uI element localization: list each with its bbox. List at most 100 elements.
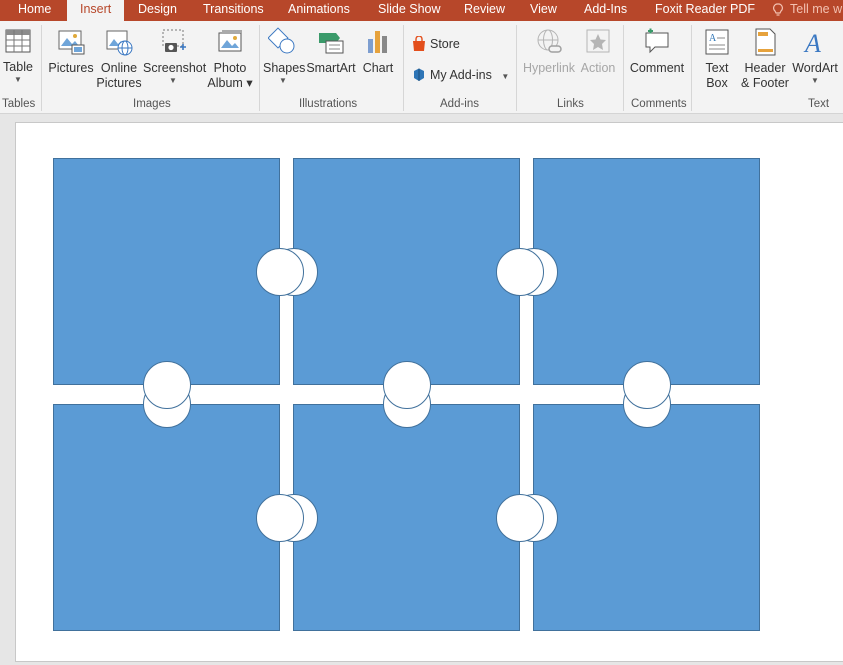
svg-text:A: A [709, 33, 717, 44]
text-box-label-2: Box [698, 76, 736, 91]
smartart-label: SmartArt [306, 61, 356, 76]
puzzle-piece-shape[interactable] [53, 404, 280, 631]
comment-button[interactable]: Comment [627, 27, 687, 76]
slide-canvas[interactable] [15, 122, 843, 662]
slide-editing-area [0, 115, 843, 665]
shapes-button[interactable]: Shapes ▼ [263, 27, 303, 85]
table-icon [4, 27, 32, 55]
header-footer-label-1: Header [738, 61, 792, 76]
online-pictures-label-2: Pictures [96, 76, 142, 91]
pictures-button[interactable]: Pictures [48, 27, 94, 76]
my-add-ins-label-text: My Add-ins [430, 68, 492, 82]
photo-album-icon [215, 27, 245, 57]
text-box-label-1: Text [698, 61, 736, 76]
table-button[interactable]: Table ▼ [0, 27, 36, 84]
group-separator [516, 25, 517, 111]
text-box-button[interactable]: A Text Box [698, 27, 736, 91]
photo-album-button[interactable]: Photo Album ▾ [205, 27, 255, 91]
group-label-add-ins: Add-ins [440, 98, 479, 110]
ribbon-tab-bar: Home Insert Design Transitions Animation… [0, 0, 843, 21]
tab-review[interactable]: Review [464, 0, 505, 21]
action-label: Action [578, 61, 618, 76]
store-icon [411, 36, 427, 52]
ribbon-insert: Table ▼ Tables Pictures Online Pictures [0, 21, 843, 114]
tab-animations[interactable]: Animations [288, 0, 350, 21]
puzzle-connector-circle[interactable] [623, 361, 671, 409]
puzzle-piece-shape[interactable] [53, 158, 280, 385]
tell-me-label: Tell me wh [790, 0, 843, 19]
chevron-down-icon: ▼ [0, 76, 36, 84]
chart-icon [363, 27, 393, 57]
tab-home[interactable]: Home [18, 0, 51, 21]
puzzle-connector-circle[interactable] [143, 361, 191, 409]
tab-view[interactable]: View [530, 0, 557, 21]
group-label-images: Images [133, 98, 171, 110]
comment-icon [642, 27, 672, 57]
group-separator [259, 25, 260, 111]
group-separator [623, 25, 624, 111]
tab-slide-show[interactable]: Slide Show [378, 0, 441, 21]
chart-label: Chart [360, 61, 396, 76]
store-label: Store [430, 37, 460, 51]
group-separator [403, 25, 404, 111]
chart-button[interactable]: Chart [360, 27, 396, 76]
wordart-icon: A [800, 27, 830, 57]
shapes-label: Shapes [263, 61, 303, 76]
group-label-illustrations: Illustrations [299, 98, 357, 110]
svg-text:A: A [803, 29, 821, 57]
chevron-down-icon: ▼ [263, 77, 303, 85]
puzzle-connector-circle[interactable] [496, 248, 544, 296]
tab-foxit-reader-pdf[interactable]: Foxit Reader PDF [655, 0, 755, 21]
puzzle-connector-circle[interactable] [256, 248, 304, 296]
comment-label: Comment [627, 61, 687, 76]
tab-design[interactable]: Design [138, 0, 177, 21]
group-label-comments: Comments [631, 98, 687, 110]
group-separator [691, 25, 692, 111]
chevron-down-icon: ▼ [789, 77, 841, 85]
wordart-button[interactable]: A WordArt ▼ [789, 27, 841, 85]
action-icon [583, 27, 613, 57]
header-footer-icon [750, 27, 780, 57]
pictures-icon [56, 27, 86, 57]
group-label-links: Links [557, 98, 584, 110]
hyperlink-button[interactable]: Hyperlink [520, 27, 578, 76]
group-separator [41, 25, 42, 111]
online-pictures-button[interactable]: Online Pictures [96, 27, 142, 91]
online-pictures-icon [104, 27, 134, 57]
my-add-ins-label: My Add-ins ▼ [430, 68, 509, 82]
lightbulb-icon [772, 3, 784, 17]
screenshot-button[interactable]: Screenshot ▼ [143, 27, 203, 85]
pictures-label: Pictures [48, 61, 94, 76]
text-box-icon: A [702, 27, 732, 57]
puzzle-piece-shape[interactable] [293, 404, 520, 631]
hyperlink-icon [534, 27, 564, 57]
chevron-down-icon: ▼ [143, 77, 203, 85]
smartart-button[interactable]: SmartArt [306, 27, 356, 76]
my-add-ins-icon [411, 67, 427, 83]
hyperlink-label: Hyperlink [520, 61, 578, 76]
wordart-label: WordArt [789, 61, 841, 76]
photo-album-label-2-text: Album [207, 76, 242, 90]
screenshot-label: Screenshot [143, 61, 203, 76]
smartart-icon [316, 27, 346, 57]
group-label-text: Text [808, 98, 829, 110]
online-pictures-label-1: Online [96, 61, 142, 76]
puzzle-piece-shape[interactable] [533, 404, 760, 631]
header-footer-button[interactable]: Header & Footer [738, 27, 792, 91]
table-label: Table [0, 60, 36, 75]
header-footer-label-2: & Footer [738, 76, 792, 91]
screenshot-icon [158, 27, 188, 57]
action-button[interactable]: Action [578, 27, 618, 76]
photo-album-label-2: Album ▾ [205, 76, 255, 91]
puzzle-piece-shape[interactable] [533, 158, 760, 385]
puzzle-connector-circle[interactable] [496, 494, 544, 542]
shapes-icon [268, 27, 298, 57]
photo-album-label-1: Photo [205, 61, 255, 76]
group-label-tables: Tables [2, 98, 35, 110]
puzzle-connector-circle[interactable] [256, 494, 304, 542]
puzzle-piece-shape[interactable] [293, 158, 520, 385]
puzzle-connector-circle[interactable] [383, 361, 431, 409]
tab-add-ins[interactable]: Add-Ins [584, 0, 627, 21]
tab-transitions[interactable]: Transitions [203, 0, 264, 21]
tab-insert[interactable]: Insert [67, 0, 124, 22]
